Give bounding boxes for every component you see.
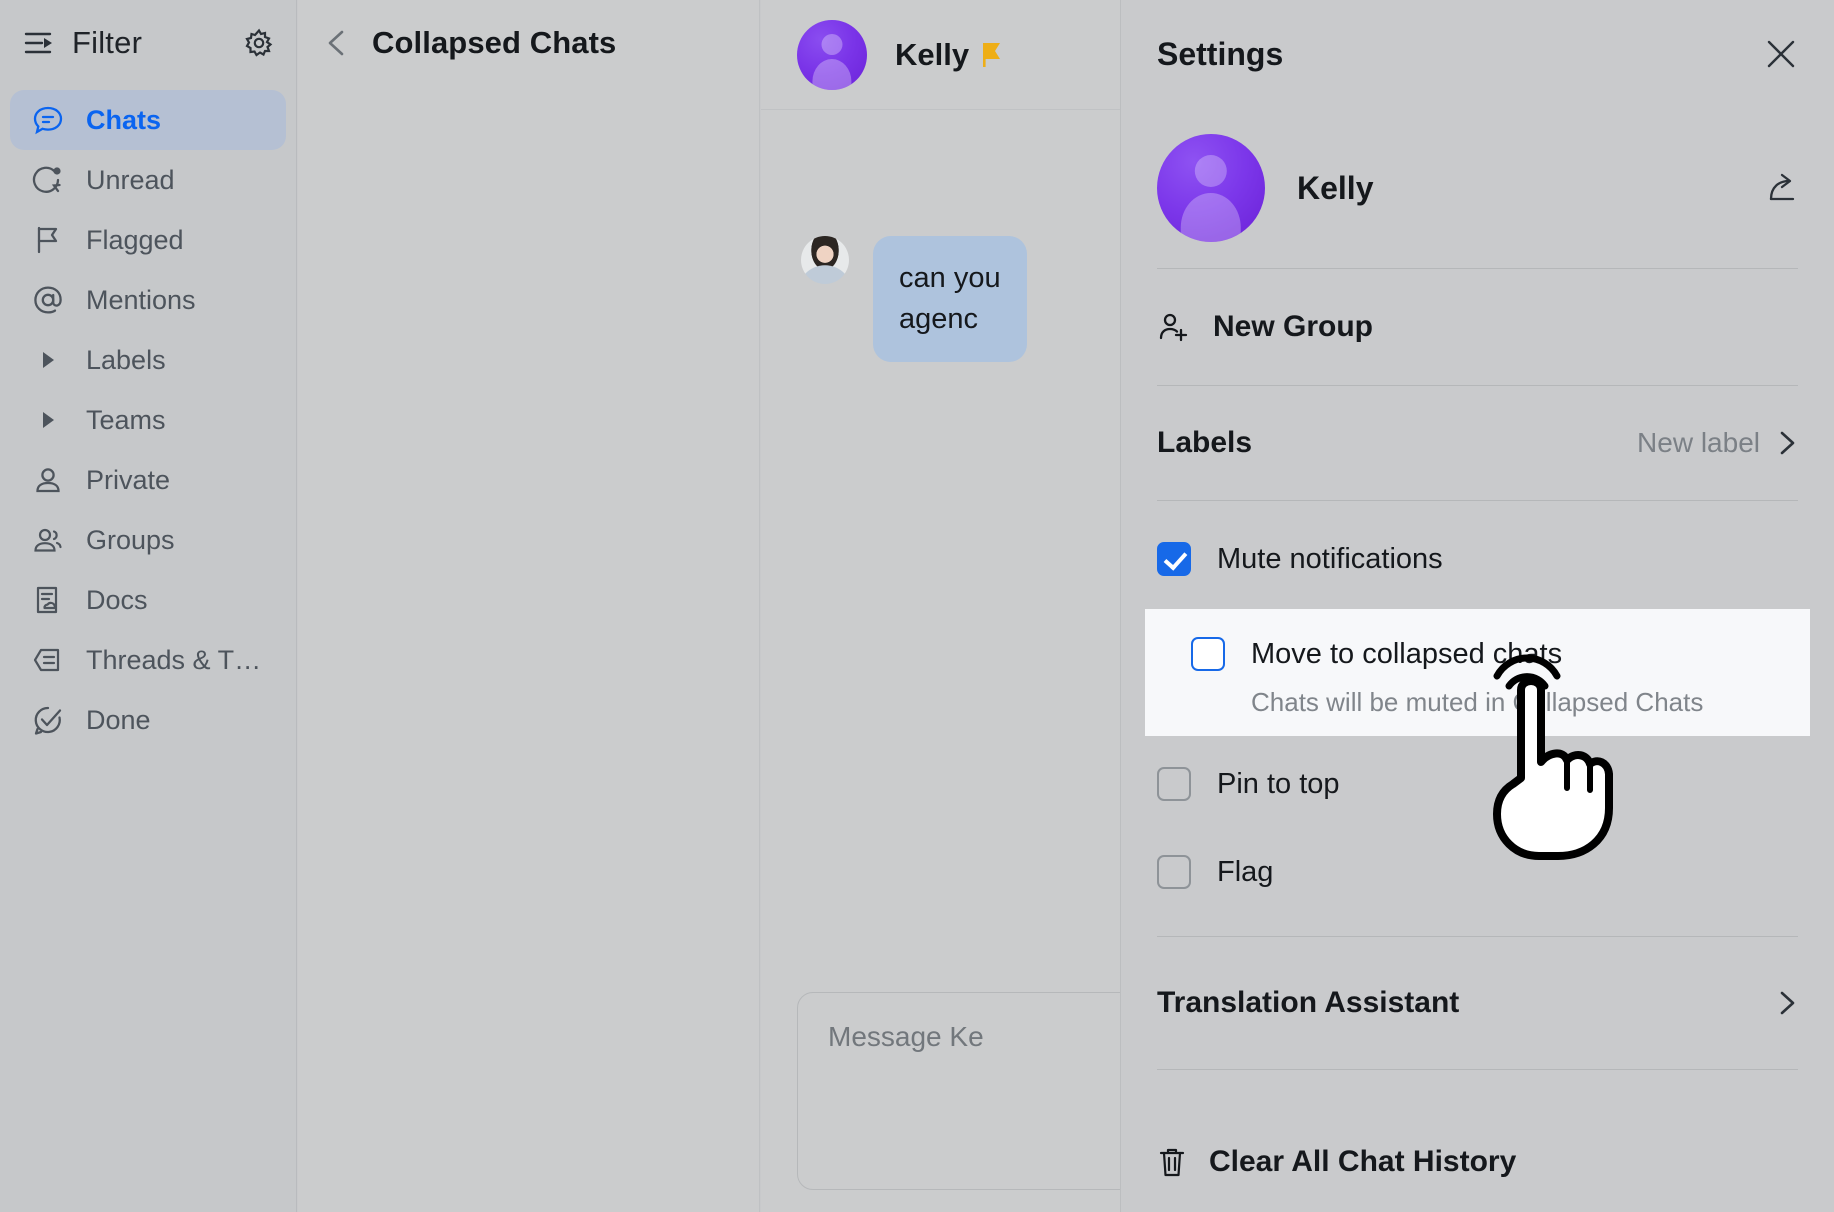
divider <box>1157 1069 1798 1070</box>
checkbox-label: Pin to top <box>1217 768 1340 801</box>
sidebar-item-chats[interactable]: Chats <box>10 90 286 150</box>
checkbox-label: Flag <box>1217 856 1273 889</box>
avatar <box>1157 134 1265 242</box>
flag-icon <box>32 224 64 256</box>
sidebar-item-private[interactable]: Private <box>10 450 286 510</box>
threads-icon <box>32 644 64 676</box>
sidebar-item-unread[interactable]: Unread <box>10 150 286 210</box>
caret-right-icon[interactable] <box>32 352 64 368</box>
sidebar-item-label: Teams <box>86 405 166 436</box>
collapsed-chats-pane: Collapsed Chats <box>298 0 760 1212</box>
labels-title: Labels <box>1157 426 1637 460</box>
person-add-icon <box>1157 310 1191 344</box>
translation-assistant-row[interactable]: Translation Assistant <box>1157 937 1798 1069</box>
profile-name: Kelly <box>1297 170 1764 207</box>
sidebar-item-label: Flagged <box>86 225 184 256</box>
sidebar-item-labels[interactable]: Labels <box>10 330 286 390</box>
checkbox-mute-notifications[interactable] <box>1157 542 1191 576</box>
checkbox-label: Mute notifications <box>1217 543 1443 576</box>
checkbox-row-flag[interactable]: Flag <box>1157 828 1798 916</box>
settings-title: Settings <box>1157 36 1764 73</box>
sidebar-item-flagged[interactable]: Flagged <box>10 210 286 270</box>
settings-header: Settings <box>1121 0 1834 108</box>
sidebar-item-label: Done <box>86 705 151 736</box>
sidebar-item-mentions[interactable]: Mentions <box>10 270 286 330</box>
message-bubble: can you agenc <box>873 236 1027 362</box>
clear-chat-history-row[interactable]: Clear All Chat History <box>1157 1112 1798 1212</box>
checkbox-row-move-to-collapsed-chats[interactable]: Move to collapsed chats <box>1191 621 1798 687</box>
sidebar-item-label: Labels <box>86 345 166 376</box>
chat-contact-name: Kelly <box>895 37 969 73</box>
unread-dot-icon <box>32 164 64 196</box>
avatar[interactable] <box>797 20 867 90</box>
sidebar-nav: Chats Unread Flagged <box>0 90 296 750</box>
sidebar-item-groups[interactable]: Groups <box>10 510 286 570</box>
new-label-action[interactable]: New label <box>1637 427 1760 459</box>
chevron-left-icon[interactable] <box>324 28 350 58</box>
check-circle-icon <box>32 704 64 736</box>
settings-body: Kelly <box>1121 108 1834 1212</box>
clear-chat-history-label: Clear All Chat History <box>1209 1145 1516 1179</box>
sidebar-item-label: Groups <box>86 525 175 556</box>
share-arrow-icon[interactable] <box>1764 171 1798 205</box>
sidebar-item-done[interactable]: Done <box>10 690 286 750</box>
caret-right-icon[interactable] <box>32 412 64 428</box>
chevron-right-icon[interactable] <box>1776 429 1798 457</box>
sidebar-item-label: Mentions <box>86 285 196 316</box>
chevron-right-icon[interactable] <box>1776 989 1798 1017</box>
sidebar-item-label: Unread <box>86 165 175 196</box>
profile-row[interactable]: Kelly <box>1157 108 1798 268</box>
checkbox-row-mute-notifications[interactable]: Mute notifications <box>1157 515 1798 603</box>
checkbox-move-to-collapsed-chats[interactable] <box>1191 637 1225 671</box>
sidebar-item-label: Docs <box>86 585 148 616</box>
page-title: Collapsed Chats <box>372 25 616 61</box>
flag-filled-icon <box>981 42 1003 68</box>
new-group-row[interactable]: New Group <box>1157 269 1798 385</box>
people-icon <box>32 524 64 556</box>
checkbox-flag[interactable] <box>1157 855 1191 889</box>
sidebar-item-docs[interactable]: Docs <box>10 570 286 630</box>
sidebar-header: Filter <box>0 0 296 86</box>
filter-title: Filter <box>72 25 244 61</box>
new-group-label: New Group <box>1213 310 1373 344</box>
translation-assistant-title: Translation Assistant <box>1157 986 1776 1020</box>
document-cloud-icon <box>32 584 64 616</box>
filter-lines-icon[interactable] <box>24 30 54 56</box>
chat-bubble-icon <box>32 104 64 136</box>
checkbox-pin-to-top[interactable] <box>1157 767 1191 801</box>
sidebar-item-threads[interactable]: Threads & T… <box>10 630 286 690</box>
sidebar-item-teams[interactable]: Teams <box>10 390 286 450</box>
sidebar-item-label: Private <box>86 465 170 496</box>
labels-row[interactable]: Labels New label <box>1157 386 1798 500</box>
trash-icon <box>1157 1146 1187 1178</box>
gear-icon[interactable] <box>244 28 274 58</box>
sidebar-item-label: Chats <box>86 105 161 136</box>
checkbox-sublabel: Chats will be muted in Collapsed Chats <box>1191 687 1798 718</box>
collapsed-chats-header: Collapsed Chats <box>298 0 759 86</box>
close-icon[interactable] <box>1764 37 1798 71</box>
person-icon <box>32 464 64 496</box>
message-avatar <box>801 236 849 284</box>
checkbox-row-pin-to-top[interactable]: Pin to top <box>1157 740 1798 828</box>
app-root: Filter Chats <box>0 0 1834 1212</box>
settings-panel: Settings Kelly <box>1120 0 1834 1212</box>
sidebar: Filter Chats <box>0 0 297 1212</box>
sidebar-item-label: Threads & T… <box>86 645 261 676</box>
divider <box>1157 500 1798 501</box>
checkbox-label: Move to collapsed chats <box>1251 638 1562 671</box>
highlighted-option-card[interactable]: Move to collapsed chats Chats will be mu… <box>1145 609 1810 736</box>
at-sign-icon <box>32 284 64 316</box>
